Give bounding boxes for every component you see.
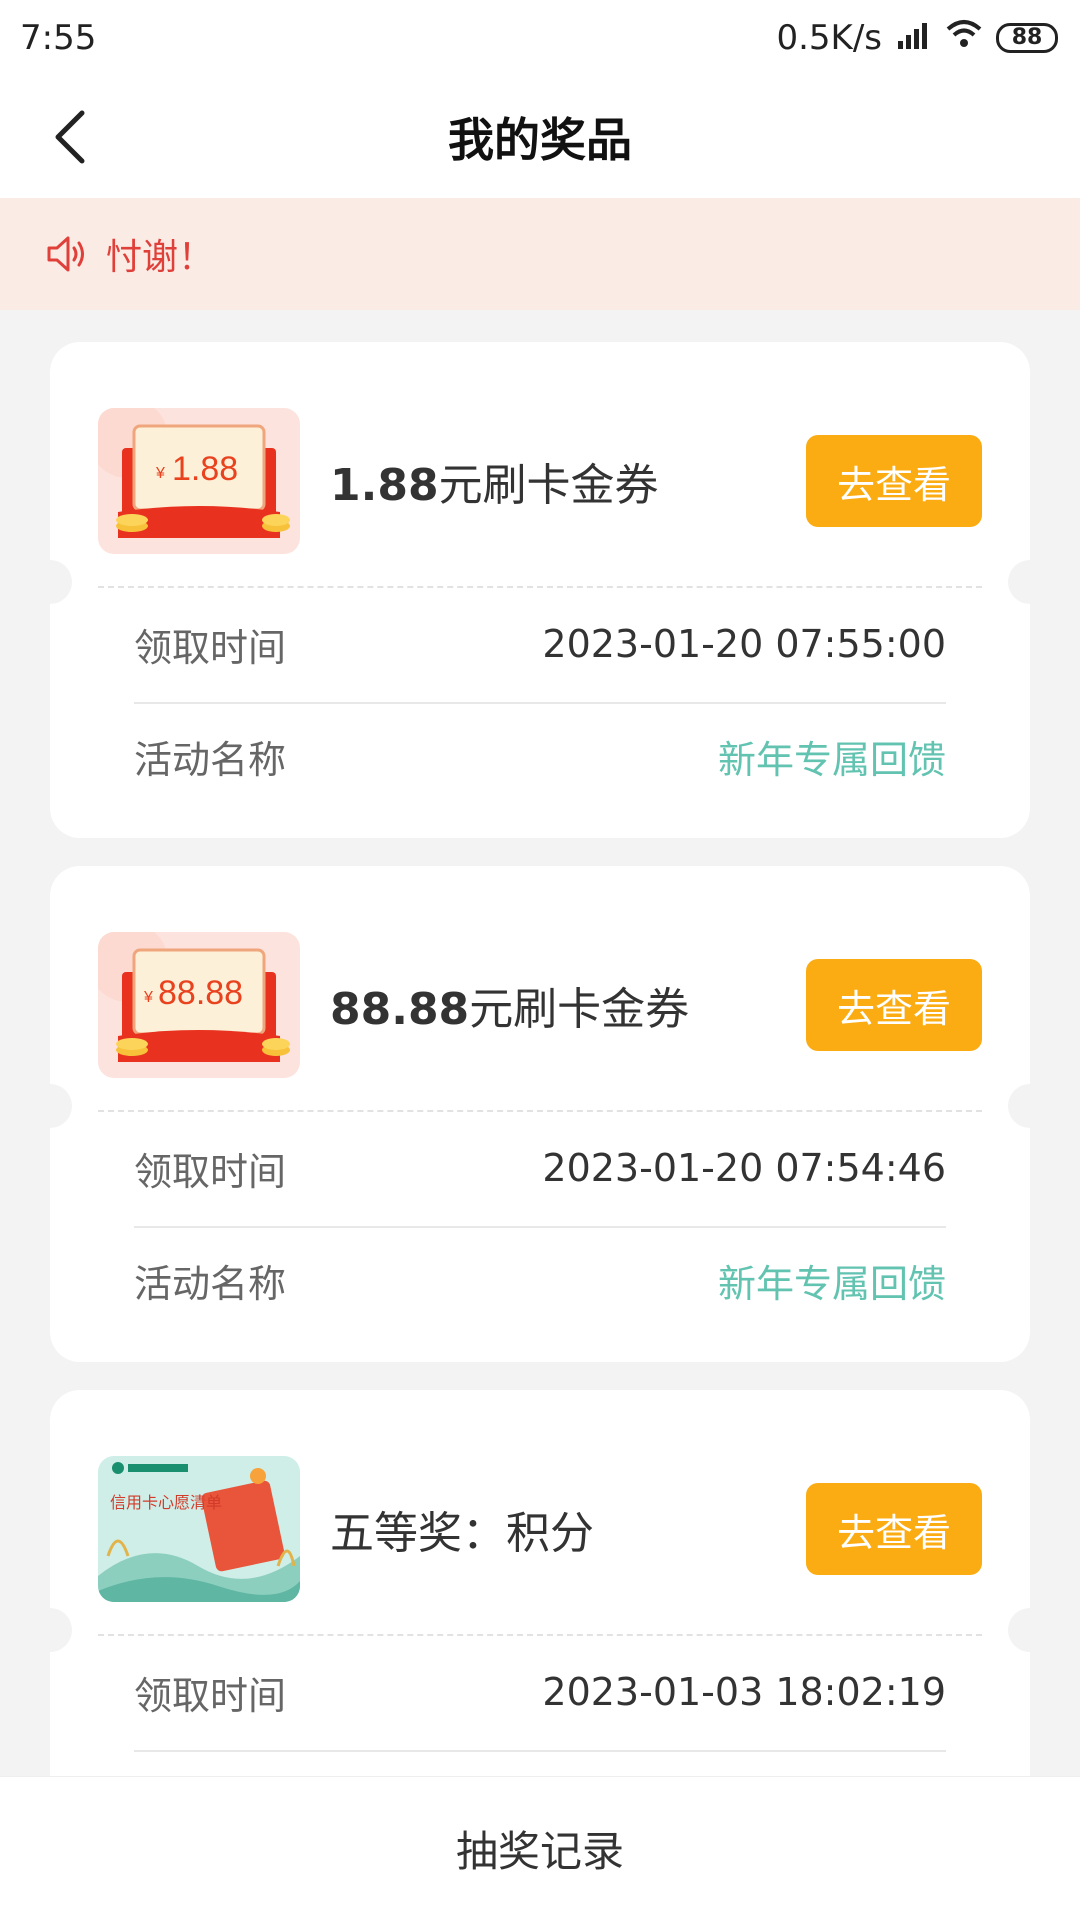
- coupon-thumbnail: ¥ 88.88: [98, 932, 300, 1078]
- prize-header: 信用卡心愿清单 五等奖：积分 去查看: [98, 1456, 982, 1602]
- thumb-amount: 88.88: [158, 974, 243, 1012]
- ticket-notch: [1008, 1084, 1052, 1128]
- prize-suffix: 元刷卡金券: [438, 460, 659, 511]
- thumb-title: 信用卡心愿清单: [110, 1493, 222, 1512]
- status-time: 7:55: [20, 18, 97, 58]
- prize-name: 1.88元刷卡金券: [330, 449, 806, 513]
- prize-amount: 88.88: [330, 984, 470, 1035]
- claim-time-label: 领取时间: [134, 625, 287, 670]
- battery-indicator: 88: [996, 23, 1058, 53]
- prize-list: ¥ 1.88 1.88元刷卡金券 去查看 领取时间 2023-01-20 07:…: [28, 342, 1052, 1914]
- prize-card: ¥ 1.88 1.88元刷卡金券 去查看 领取时间 2023-01-20 07:…: [28, 342, 1052, 838]
- view-button[interactable]: 去查看: [806, 959, 982, 1051]
- claim-time-row: 领取时间 2023-01-20 07:55:00: [134, 594, 946, 694]
- back-button[interactable]: [40, 104, 100, 170]
- ticket-notch: [1008, 1608, 1052, 1652]
- prize-suffix: 五等奖：积分: [330, 1508, 594, 1559]
- prize-name: 88.88元刷卡金券: [330, 973, 806, 1037]
- ticket-notch: [1008, 560, 1052, 604]
- claim-time-row: 领取时间 2023-01-03 18:02:19: [134, 1642, 946, 1742]
- dashed-divider: [98, 586, 982, 588]
- ticket-notch: [28, 1608, 72, 1652]
- activity-value[interactable]: 新年专属回馈: [718, 1253, 946, 1308]
- activity-label: 活动名称: [134, 737, 287, 782]
- lottery-record-label: 抽奖记录: [455, 1827, 624, 1876]
- activity-row: 活动名称 新年专属回馈: [134, 706, 946, 806]
- prize-card: ¥ 88.88 88.88元刷卡金券 去查看 领取时间 2023-01-20 0…: [28, 866, 1052, 1362]
- activity-row: 活动名称 新年专属回馈: [134, 1230, 946, 1330]
- prize-amount: 1.88: [330, 460, 439, 511]
- speaker-icon: [47, 236, 84, 272]
- claim-time-value: 2023-01-20 07:54:46: [542, 1146, 946, 1190]
- view-button[interactable]: 去查看: [806, 435, 982, 527]
- wifi-icon: [946, 18, 982, 58]
- ticket-notch: [28, 1084, 72, 1128]
- prize-header: ¥ 1.88 1.88元刷卡金券 去查看: [98, 408, 982, 554]
- prize-name: 五等奖：积分: [330, 1497, 806, 1561]
- ticket-notch: [28, 560, 72, 604]
- claim-time-label: 领取时间: [134, 1149, 287, 1194]
- status-icons: 0.5K/s 88: [776, 18, 1058, 58]
- claim-time-value: 2023-01-03 18:02:19: [542, 1670, 946, 1714]
- activity-label: 活动名称: [134, 1261, 287, 1306]
- notice-bar: 忖谢！: [0, 198, 1080, 310]
- svg-text:¥: ¥: [155, 465, 165, 482]
- row-divider: [134, 1750, 946, 1752]
- coupon-thumbnail: ¥ 1.88: [98, 408, 300, 554]
- claim-time-label: 领取时间: [134, 1673, 287, 1718]
- lottery-record-button[interactable]: 抽奖记录: [0, 1776, 1080, 1920]
- prize-suffix: 元刷卡金券: [469, 984, 690, 1035]
- claim-time-row: 领取时间 2023-01-20 07:54:46: [134, 1118, 946, 1218]
- row-divider: [134, 702, 946, 704]
- activity-value[interactable]: 新年专属回馈: [718, 729, 946, 784]
- chevron-left-icon: [55, 110, 85, 164]
- claim-time-value: 2023-01-20 07:55:00: [542, 622, 946, 666]
- thumb-amount: 1.88: [172, 450, 238, 488]
- view-button[interactable]: 去查看: [806, 1483, 982, 1575]
- signal-bars-icon: [896, 18, 932, 58]
- nav-bar: 我的奖品: [0, 76, 1080, 198]
- page-title: 我的奖品: [448, 113, 632, 167]
- wishlist-thumbnail: 信用卡心愿清单: [98, 1456, 300, 1602]
- dashed-divider: [98, 1634, 982, 1636]
- net-speed: 0.5K/s: [776, 18, 882, 58]
- svg-text:¥: ¥: [143, 989, 153, 1006]
- row-divider: [134, 1226, 946, 1228]
- notice-text: 忖谢！: [106, 237, 215, 278]
- prize-header: ¥ 88.88 88.88元刷卡金券 去查看: [98, 932, 982, 1078]
- status-bar: 7:55 0.5K/s 88: [0, 0, 1080, 76]
- dashed-divider: [98, 1110, 982, 1112]
